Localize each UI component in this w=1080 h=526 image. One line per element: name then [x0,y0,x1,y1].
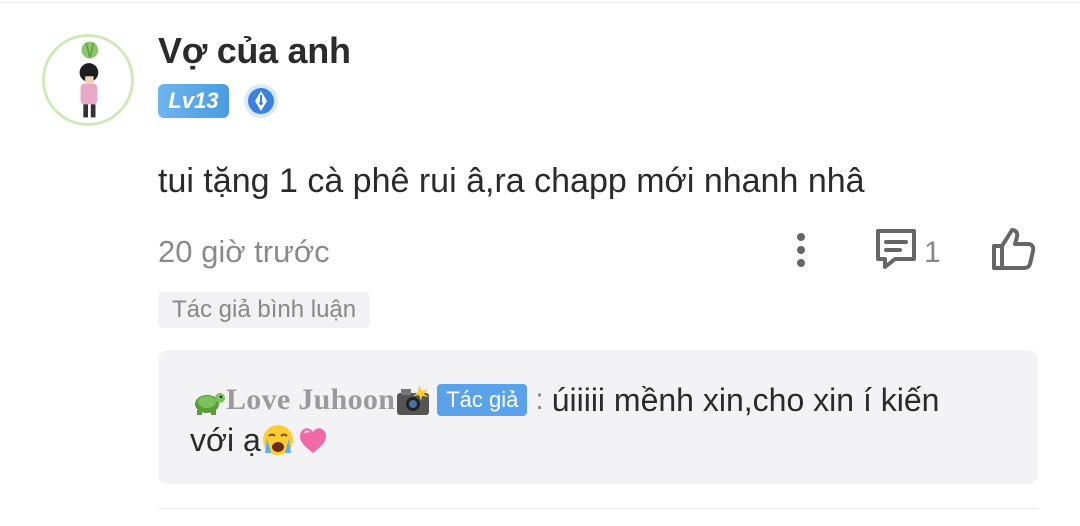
username[interactable]: Vợ của anh [158,30,351,72]
level-badge: Lv13 [158,84,229,118]
reply-separator: : [535,383,544,416]
turtle-emoji-icon [190,382,226,418]
crying-face-emoji-icon [261,423,295,457]
comment-icon[interactable] [873,226,919,272]
reply-text-line-1: úiiiii mềnh xin,cho xin í kiến [551,381,940,418]
top-divider [0,2,1080,3]
reply-line-2: với ạ [190,419,329,461]
comment-timestamp: 20 giờ trước [158,234,330,269]
camera-flash-emoji-icon [395,383,431,417]
avatar-image [45,37,131,123]
author-role-tag: Tác giả [437,384,528,416]
bottom-divider [158,508,1038,509]
avatar[interactable] [42,34,134,126]
more-vertical-icon[interactable] [786,230,816,270]
pink-heart-emoji-icon [297,424,329,456]
pen-badge-icon [243,83,279,119]
reply-count: 1 [924,236,941,269]
comment-text: tui tặng 1 cà phê rui â,ra chapp mới nha… [158,162,865,200]
author-liked-tag: Tác giả bình luận [158,292,371,328]
thumbs-up-icon[interactable] [988,224,1038,274]
reply-text-line-2: với ạ [190,421,261,458]
reply-line-1: Love Juhoon Tác giả : úiiiii mềnh xin,ch… [190,379,939,421]
reply-username[interactable]: Love Juhoon [226,383,395,417]
